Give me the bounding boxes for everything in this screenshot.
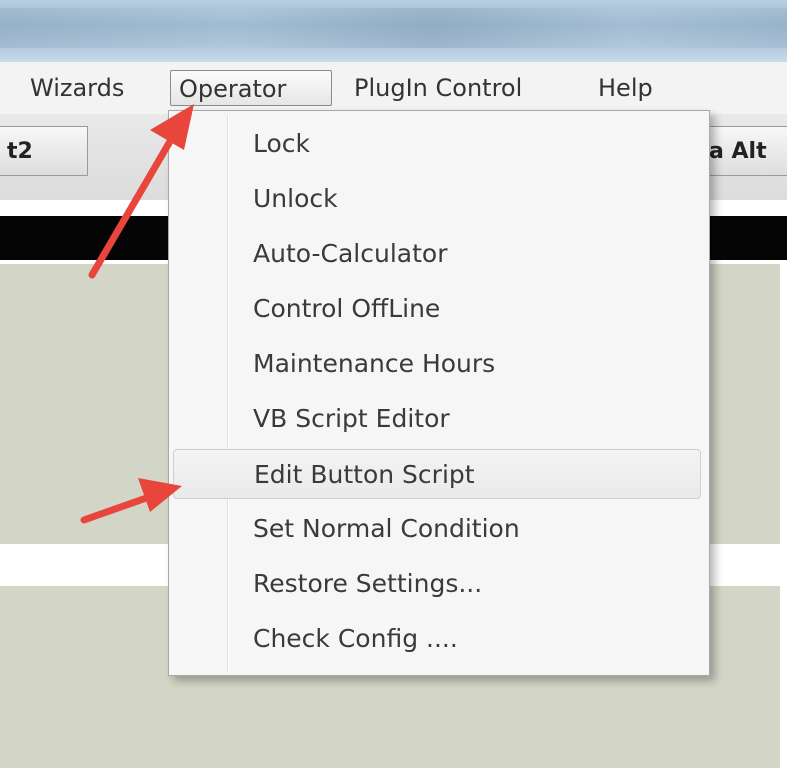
menu-bar: Wizards Operator PlugIn Control Help [0, 62, 787, 115]
menu-item-control-offline[interactable]: Control OffLine [173, 284, 701, 334]
menu-item-maintenance-hours[interactable]: Maintenance Hours [173, 339, 701, 389]
menu-plugin-control[interactable]: PlugIn Control [346, 70, 530, 106]
toolbar-button-right[interactable]: a Alt [700, 126, 787, 176]
menu-item-unlock[interactable]: Unlock [173, 174, 701, 224]
menu-item-auto-calculator[interactable]: Auto-Calculator [173, 229, 701, 279]
window-title-bar [0, 0, 787, 62]
menu-item-vb-script-editor[interactable]: VB Script Editor [173, 394, 701, 444]
operator-dropdown-menu: Lock Unlock Auto-Calculator Control OffL… [168, 110, 710, 676]
menu-help[interactable]: Help [590, 70, 661, 106]
menu-operator[interactable]: Operator [170, 70, 332, 106]
menu-item-edit-button-script[interactable]: Edit Button Script [173, 449, 701, 499]
menu-item-check-config[interactable]: Check Config .... [173, 614, 701, 664]
menu-item-set-normal-condition[interactable]: Set Normal Condition [173, 504, 701, 554]
right-edge [780, 264, 787, 768]
menu-item-restore-settings[interactable]: Restore Settings... [173, 559, 701, 609]
toolbar-button-left[interactable]: t2 [0, 126, 88, 176]
menu-wizards[interactable]: Wizards [22, 70, 132, 106]
menu-item-lock[interactable]: Lock [173, 119, 701, 169]
